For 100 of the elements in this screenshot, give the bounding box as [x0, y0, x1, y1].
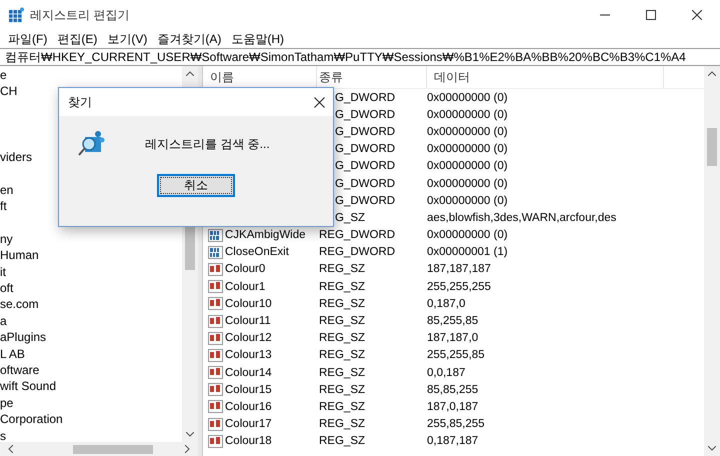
table-cell: REG_SZ — [319, 384, 366, 396]
table-cell: Colour17 — [225, 418, 272, 430]
scroll-thumb[interactable] — [707, 128, 717, 166]
string-value-icon — [208, 434, 223, 448]
table-cell: G_SZ — [335, 212, 366, 224]
table-cell: Colour12 — [225, 332, 272, 344]
table-cell: G_DWORD — [335, 126, 396, 138]
scroll-down-icon — [186, 432, 194, 437]
close-icon — [692, 10, 702, 20]
scrollbar[interactable] — [0, 442, 198, 456]
table-cell: CloseOnExit — [225, 246, 289, 258]
menu-item[interactable]: 도움말(H) — [231, 30, 284, 48]
table-cell: Colour0 — [225, 263, 266, 276]
table-cell: 0,187,187 — [427, 435, 478, 448]
tree-item[interactable]: oftware — [0, 363, 40, 378]
table-cell: G_DWORD — [335, 143, 396, 156]
menu-item[interactable]: 편집(E) — [57, 30, 98, 48]
binary-value-icon — [208, 246, 223, 259]
table-cell: 187,0,187 — [427, 400, 478, 413]
tree-item[interactable]: Corporation — [0, 412, 63, 426]
table-cell: 187,187,0 — [427, 332, 478, 344]
table-cell: REG_SZ — [319, 280, 366, 293]
table-cell: G_DWORD — [335, 160, 396, 172]
search-registry-icon — [77, 130, 105, 158]
scroll-up-icon — [186, 71, 194, 76]
table-cell: Colour14 — [225, 366, 272, 379]
table-cell: Colour10 — [225, 298, 272, 310]
tree-item[interactable]: se.com — [0, 297, 39, 312]
table-cell: 0x00000000 (0) — [427, 160, 508, 172]
table-cell: 85,255,85 — [427, 315, 478, 328]
string-value-icon — [208, 280, 223, 294]
tree-item[interactable]: oft — [0, 281, 14, 296]
scrollbar[interactable] — [704, 66, 720, 456]
table-cell: 0x00000000 (0) — [427, 92, 508, 104]
tree-item[interactable]: ft — [0, 199, 7, 214]
window-title: 레지스트리 편집기 — [30, 6, 130, 24]
scroll-right-icon — [185, 445, 190, 453]
tree-item[interactable]: viders — [0, 150, 32, 164]
string-value-icon — [208, 418, 223, 431]
address-bar[interactable]: 컴퓨터₩HKEY_CURRENT_USER₩Software₩SimonTatham₩PuTTY₩Sessions₩%B1%E2%BA%BB%20%BC%B3%C1%A4 — [0, 48, 720, 66]
table-cell: Colour1 — [225, 280, 266, 293]
close-icon[interactable] — [314, 96, 325, 108]
table-cell: CJKAmbigWide — [225, 229, 306, 242]
table-cell: REG_SZ — [319, 332, 366, 344]
tree-item[interactable]: Human — [0, 248, 39, 262]
table-cell: 0x00000001 (1) — [427, 246, 508, 258]
tree-item[interactable]: wift Sound — [0, 379, 56, 394]
string-value-icon — [208, 400, 223, 414]
table-cell: REG_SZ — [319, 435, 366, 448]
table-cell: REG_DWORD — [319, 246, 396, 258]
menu-item[interactable]: 즐겨찾기(A) — [157, 30, 222, 48]
table-cell: G_DWORD — [335, 194, 396, 207]
table-cell: Colour11 — [225, 315, 271, 328]
registry-editor-icon — [8, 7, 24, 23]
table-cell: G_DWORD — [335, 92, 396, 104]
string-value-icon — [208, 262, 223, 276]
string-value-icon — [208, 332, 223, 345]
table-cell: 0x00000000 (0) — [427, 126, 508, 138]
table-cell: REG_SZ — [319, 418, 366, 430]
scroll-down-icon — [708, 446, 716, 451]
cancel-button[interactable]: 취소 — [157, 174, 235, 197]
string-value-icon — [208, 383, 223, 396]
table-cell: 255,255,255 — [427, 280, 491, 293]
tree-item[interactable]: en — [0, 182, 14, 197]
scroll-thumb[interactable] — [73, 444, 153, 454]
table-cell: 255,85,255 — [427, 418, 485, 430]
table-cell: 0x00000000 (0) — [427, 143, 508, 156]
column-header[interactable]: 데이터 — [427, 66, 664, 88]
table-cell: REG_SZ — [319, 298, 366, 310]
tree-item[interactable]: aPlugins — [0, 330, 46, 344]
table-cell: 0,0,187 — [427, 366, 466, 379]
tree-item[interactable]: pe — [0, 396, 14, 410]
status-message: 레지스트리를 검색 중... — [145, 136, 270, 152]
menu-item[interactable]: 파일(F) — [8, 30, 48, 48]
table-cell: Colour18 — [225, 435, 272, 448]
string-value-icon — [208, 366, 223, 380]
table-cell: 0x00000000 (0) — [427, 229, 508, 242]
table-cell: 255,255,85 — [427, 349, 485, 362]
tree-item[interactable]: CH — [0, 84, 18, 98]
table-cell: 85,85,255 — [427, 384, 478, 396]
tree-item[interactable]: it — [0, 264, 6, 279]
tree-item[interactable]: a — [0, 314, 7, 328]
menu-item[interactable]: 보기(V) — [107, 30, 148, 48]
table-cell: 0x00000000 (0) — [427, 178, 508, 190]
tree-item[interactable]: e — [0, 68, 7, 82]
table-cell: 187,187,187 — [427, 263, 491, 276]
table-cell: REG_SZ — [319, 315, 366, 328]
tree-item[interactable]: ny — [0, 232, 13, 246]
table-cell: REG_SZ — [319, 400, 366, 413]
table-cell: aes,blowfish,3des,WARN,arcfour,des — [427, 212, 616, 224]
table-cell: Colour16 — [225, 400, 272, 413]
tree-item[interactable]: L AB — [0, 346, 25, 361]
table-cell: 0x00000000 (0) — [427, 194, 508, 207]
maximize-icon — [646, 10, 656, 20]
binary-value-icon — [208, 228, 223, 242]
string-value-icon — [208, 348, 223, 362]
table-cell: 0,187,0 — [427, 298, 466, 310]
tree-item[interactable]: s — [0, 428, 6, 442]
dialog-title: 찾기 — [68, 94, 92, 110]
table-cell: REG_DWORD — [319, 229, 396, 242]
